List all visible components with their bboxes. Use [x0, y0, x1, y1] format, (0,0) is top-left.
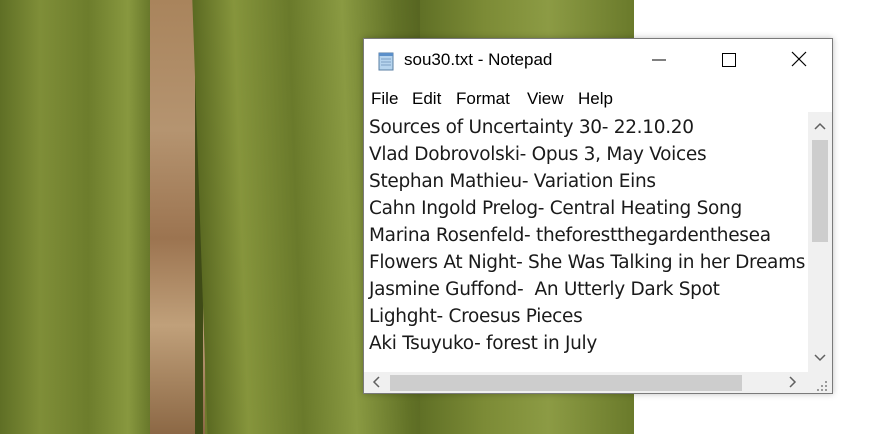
resize-corner[interactable] [808, 372, 832, 393]
menu-help[interactable]: Help [578, 89, 613, 109]
chevron-down-icon[interactable] [814, 352, 826, 364]
menu-bar: File Edit Format View Help [364, 84, 832, 112]
horizontal-scroll-thumb[interactable] [390, 375, 742, 391]
maximize-icon [722, 52, 736, 71]
chevron-left-icon[interactable] [372, 376, 380, 390]
text-line: Cahn Ingold Prelog- Central Heating Song [369, 198, 742, 219]
title-bar[interactable]: sou30.txt - Notepad [364, 39, 832, 83]
bamboo-stalk [0, 0, 160, 434]
maximize-button[interactable] [706, 39, 752, 83]
vertical-scrollbar[interactable] [808, 112, 832, 372]
notepad-window: sou30.txt - Notepad File Edit Format Vie… [363, 38, 833, 394]
text-line: Flowers At Night- She Was Talking in her… [369, 252, 806, 273]
text-editor[interactable]: Sources of Uncertainty 30- 22.10.20 Vlad… [364, 112, 808, 372]
text-line: Stephan Mathieu- Variation Eins [369, 171, 656, 192]
text-line: Sources of Uncertainty 30- 22.10.20 [369, 117, 694, 138]
chevron-right-icon[interactable] [789, 376, 797, 390]
menu-format[interactable]: Format [456, 89, 510, 109]
menu-file[interactable]: File [371, 89, 398, 109]
window-title: sou30.txt - Notepad [404, 50, 553, 69]
notepad-icon [376, 51, 396, 71]
vertical-scroll-thumb[interactable] [812, 140, 828, 242]
menu-view[interactable]: View [527, 89, 564, 109]
text-line: Jasmine Guffond- An Utterly Dark Spot [369, 279, 720, 300]
text-line: Lighght- Croesus Pieces [369, 306, 583, 327]
close-icon [791, 51, 807, 71]
close-button[interactable] [776, 39, 822, 83]
text-line: Marina Rosenfeld- theforestthegardenthes… [369, 225, 771, 246]
text-line: Vlad Dobrovolski- Opus 3, May Voices [369, 144, 707, 165]
resize-grip-icon [816, 377, 828, 396]
menu-edit[interactable]: Edit [412, 89, 441, 109]
minimize-button[interactable] [636, 39, 682, 83]
text-line: Aki Tsuyuko- forest in July [369, 333, 598, 354]
minimize-icon [652, 52, 666, 71]
chevron-up-icon[interactable] [814, 120, 826, 132]
horizontal-scrollbar[interactable] [364, 372, 808, 393]
